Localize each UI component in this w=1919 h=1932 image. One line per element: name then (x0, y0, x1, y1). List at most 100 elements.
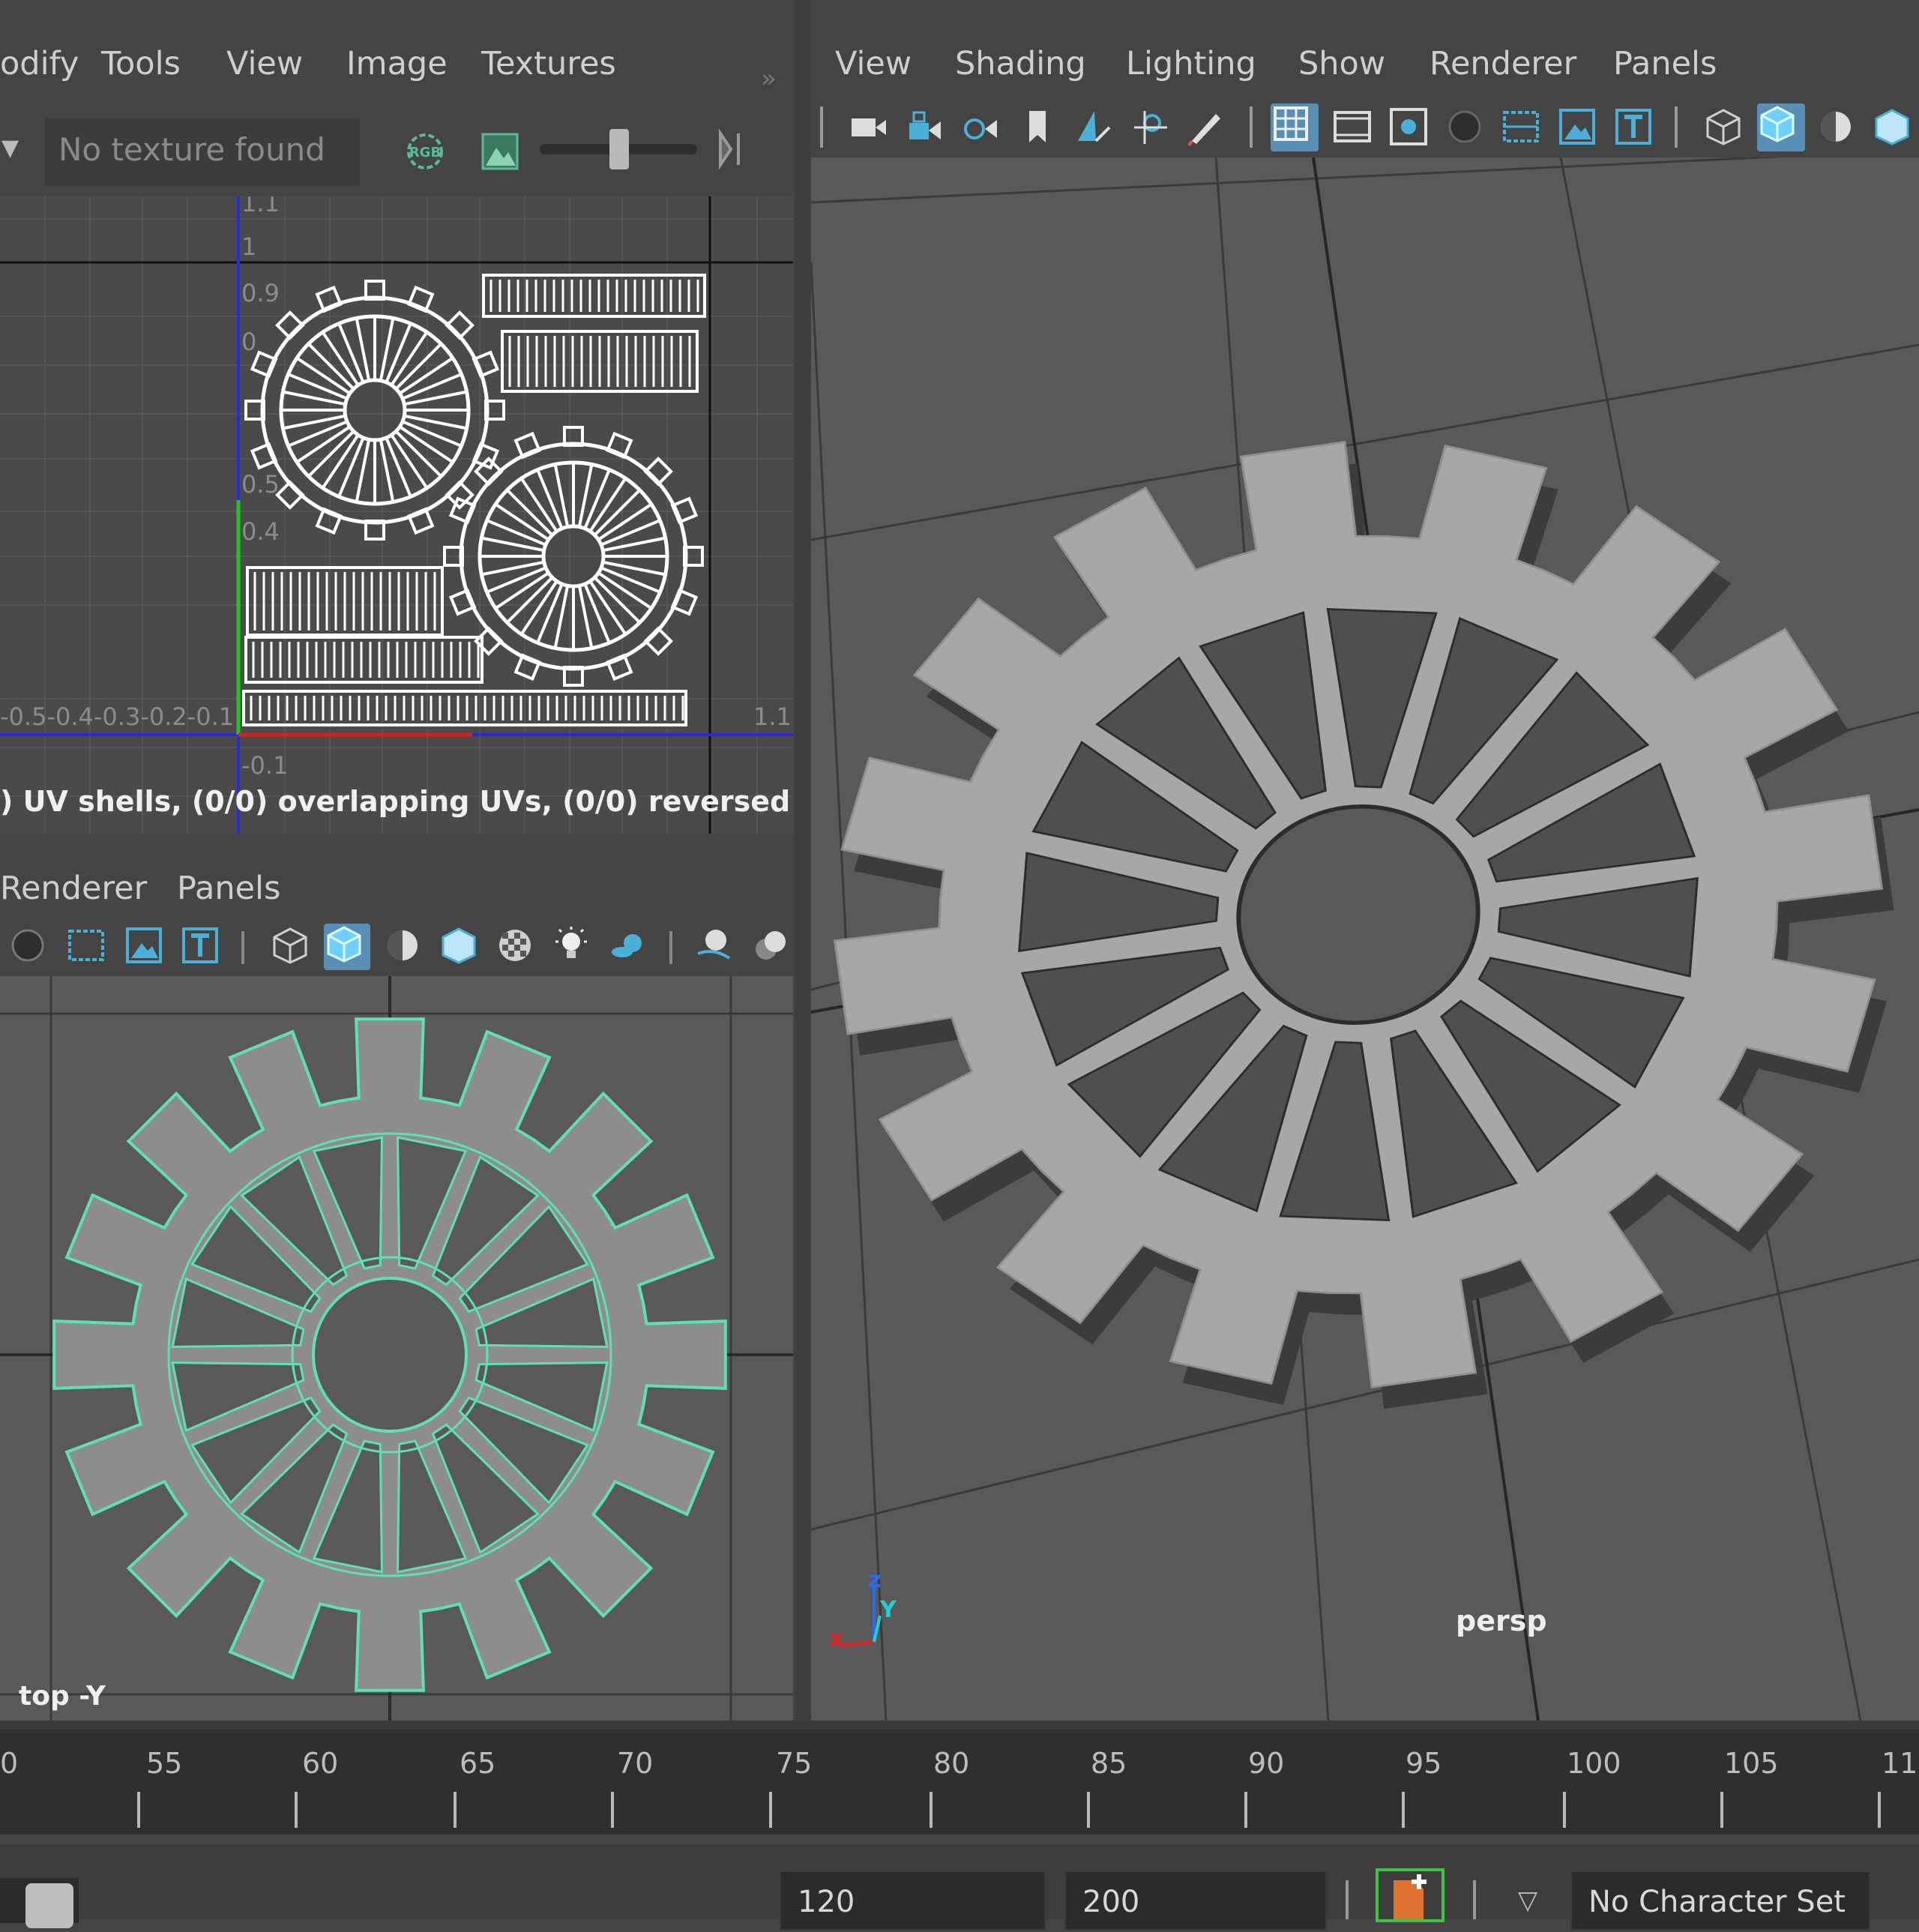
uv-tick-0-8: 0 (241, 328, 257, 356)
2d-pan-zoom-icon[interactable] (1130, 106, 1170, 147)
shadows-icon[interactable] (607, 925, 648, 966)
menu-persp-renderer[interactable]: Renderer (1430, 45, 1576, 82)
menu-view[interactable]: View (226, 45, 303, 82)
safe-action-icon[interactable] (1557, 106, 1597, 147)
uv-tick-x-right: 1.1 (753, 702, 792, 731)
timeline-tick (137, 1792, 140, 1828)
shaded-wire-persp-icon[interactable] (1816, 106, 1856, 147)
rgb-channel-icon[interactable]: RGB (405, 131, 445, 172)
top-view-toolbar (0, 916, 795, 976)
svg-text:RGB: RGB (409, 145, 441, 160)
bookmark-icon[interactable] (1017, 106, 1058, 147)
menu-tools[interactable]: Tools (101, 45, 181, 82)
motion-blur-icon[interactable] (750, 925, 790, 966)
timeline-label: 0 (0, 1747, 19, 1780)
timeline-tick (769, 1792, 772, 1828)
lightbulb-icon[interactable] (551, 925, 591, 966)
timeline-label: 90 (1248, 1747, 1285, 1780)
top-view-panel: Renderer Panels top -Y (0, 847, 795, 1726)
uv-tick-1: 1 (241, 232, 257, 261)
resolution-gate-icon[interactable] (1388, 106, 1429, 147)
axis-gizmo (839, 1586, 882, 1647)
menu-image[interactable]: Image (346, 45, 448, 82)
menu-panels[interactable]: Panels (177, 870, 280, 907)
persp-menubar: View Shading Lighting Show Renderer Pane… (811, 15, 1919, 97)
wireframe-cube-icon[interactable] (270, 925, 310, 966)
axis-label-x: x (829, 1625, 844, 1652)
menu-lighting[interactable]: Lighting (1126, 45, 1256, 82)
texture-dropdown-value: No texture found (58, 131, 325, 168)
time-slider[interactable] (0, 1730, 1919, 1835)
film-gate-icon[interactable] (1332, 106, 1373, 147)
end-time-field[interactable]: 120 (780, 1871, 1046, 1931)
timeline-tick (295, 1792, 298, 1828)
uv-tick-0-9: 0.9 (241, 279, 280, 307)
uv-editor-menubar: odify Tools View Image Textures » (0, 15, 795, 97)
timeline-label: 60 (302, 1747, 339, 1780)
image-plane-icon[interactable] (124, 925, 164, 966)
image-display-icon[interactable] (480, 131, 520, 172)
image-plane-persp-icon[interactable] (1073, 106, 1114, 147)
shadow-icon[interactable] (7, 925, 48, 966)
chevron-down-icon[interactable]: ▼ (1, 135, 19, 161)
range-handle[interactable] (25, 1883, 73, 1928)
timeline-tick (1244, 1792, 1247, 1828)
exposure-slider-handle[interactable] (609, 129, 629, 169)
auto-key-button[interactable] (1376, 1868, 1444, 1922)
camera-icon[interactable] (849, 106, 889, 147)
camera-lock-icon[interactable] (905, 106, 945, 147)
field-chart-icon[interactable] (1501, 106, 1541, 147)
uv-editor-panel: odify Tools View Image Textures » ▼ No t… (0, 0, 795, 840)
timeline-label: 85 (1091, 1747, 1127, 1780)
timeline-tick (1402, 1792, 1405, 1828)
timeline-tick (1878, 1792, 1881, 1828)
playback-end-value: 200 (1082, 1885, 1140, 1919)
persp-viewport[interactable]: z Y x persp (811, 157, 1919, 1721)
textured-persp-icon[interactable] (1872, 106, 1912, 147)
smooth-shade-persp-icon[interactable] (1757, 103, 1805, 151)
uv-viewport[interactable]: 1.1 1 0.9 0 0.5 0.4 -0.1 -0.5-0.4-0.3-0.… (0, 196, 793, 834)
key-icon (1394, 1874, 1427, 1919)
character-set-chevron-icon[interactable]: ▽ (1518, 1886, 1537, 1916)
smooth-shade-cube-icon[interactable] (324, 924, 370, 970)
safe-frame-icon[interactable] (66, 925, 106, 966)
top-view-viewport[interactable]: top -Y (0, 976, 793, 1726)
menu-persp-view[interactable]: View (835, 45, 912, 82)
playback-end-field[interactable]: 200 (1064, 1871, 1327, 1931)
panel-divider-horizontal (0, 1721, 1919, 1730)
text-icon[interactable] (180, 925, 220, 966)
persp-panel: View Shading Lighting Show Renderer Pane… (811, 0, 1919, 1724)
menu-renderer[interactable]: Renderer (0, 870, 147, 907)
grease-pencil-icon[interactable] (1186, 106, 1226, 147)
camera-label-persp: persp (1456, 1604, 1547, 1637)
camera-attributes-icon[interactable] (961, 106, 1001, 147)
timeline-label: 105 (1724, 1747, 1779, 1780)
timeline-tick (1563, 1792, 1566, 1828)
menu-overflow-icon[interactable]: » (761, 64, 777, 94)
menu-textures[interactable]: Textures (481, 45, 616, 82)
persp-toolbar (811, 97, 1919, 157)
gate-mask-icon[interactable] (1444, 106, 1485, 147)
timeline-tick (611, 1792, 614, 1828)
camera-label-top: top -Y (19, 1681, 106, 1712)
grid-icon[interactable] (1271, 103, 1319, 151)
timeline-label: 70 (617, 1747, 654, 1780)
panel-divider-vertical[interactable] (795, 0, 811, 1724)
checker-icon[interactable] (495, 925, 535, 966)
ambient-occlusion-icon[interactable] (693, 925, 734, 966)
wireframe-persp-icon[interactable] (1703, 106, 1744, 147)
step-forward-icon[interactable] (716, 128, 756, 170)
character-set-field[interactable]: No Character Set (1570, 1871, 1870, 1931)
textured-cube-icon[interactable] (439, 925, 479, 966)
shaded-wire-icon[interactable] (382, 925, 423, 966)
menu-shading[interactable]: Shading (955, 45, 1086, 82)
top-view-menubar: Renderer Panels (0, 855, 795, 915)
safe-title-icon[interactable] (1613, 106, 1654, 147)
menu-modify[interactable]: odify (0, 45, 79, 82)
menu-persp-panels[interactable]: Panels (1613, 45, 1717, 82)
uv-editor-toolbar: ▼ No texture found RGB (0, 112, 795, 191)
timeline-tick (1087, 1792, 1090, 1828)
menu-show[interactable]: Show (1298, 45, 1385, 82)
timeline-tick (454, 1792, 457, 1828)
uv-status-text: ) UV shells, (0/0) overlapping UVs, (0/0… (0, 785, 793, 818)
